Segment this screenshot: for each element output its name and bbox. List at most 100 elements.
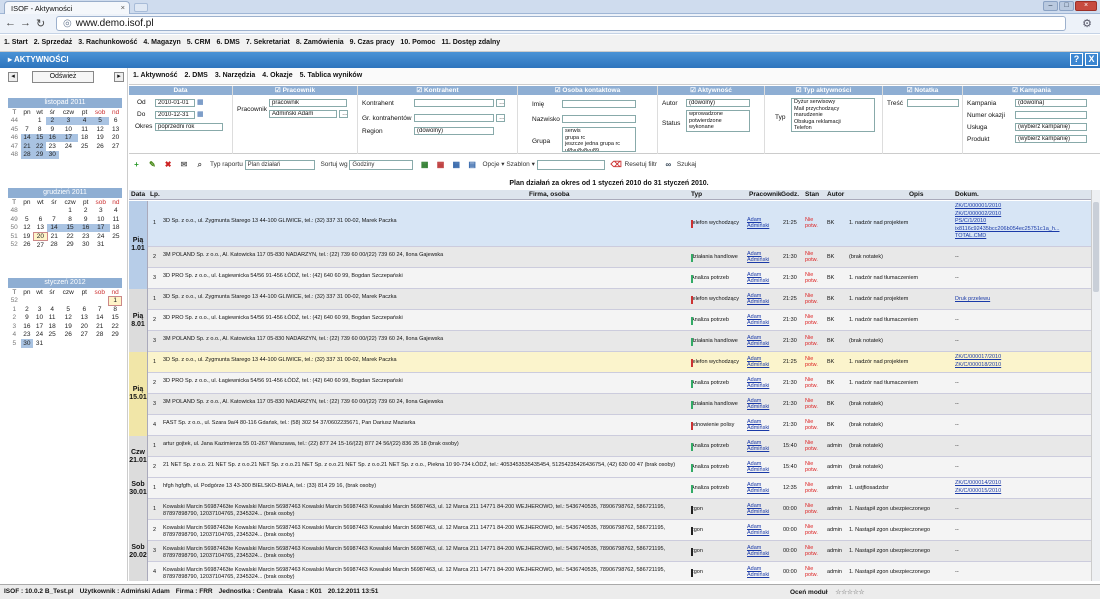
document-link[interactable]: TOTAL.CMD xyxy=(955,233,1087,241)
table-row[interactable]: 3 3M POLAND Sp. z o.o., Al. Katowicka 117… xyxy=(129,394,1091,415)
table-row[interactable]: 2 21 NET Sp. z o.o. 21 NET Sp. z o.o.21 N… xyxy=(129,457,1091,478)
day-cell[interactable]: 15 xyxy=(33,133,46,142)
url-input[interactable]: ◎ www.demo.isof.pl xyxy=(56,16,1066,31)
document-link[interactable]: ZK/C/000002/2010 xyxy=(955,211,1087,219)
column-header[interactable]: Data xyxy=(131,191,145,198)
day-cell[interactable]: 23 xyxy=(46,142,59,151)
row-pracownik-link[interactable]: Adam Admiński xyxy=(747,335,777,347)
row-pracownik-link[interactable]: Adam Admiński xyxy=(747,503,777,515)
day-cell[interactable]: 4 xyxy=(78,116,91,125)
day-cell[interactable]: 12 xyxy=(58,314,78,323)
day-cell[interactable]: 31 xyxy=(92,241,110,250)
day-cell[interactable]: 11 xyxy=(78,125,91,134)
row-pracownik-link[interactable]: Adam Admiński xyxy=(747,461,777,473)
day-cell[interactable]: 27 xyxy=(78,331,91,340)
subtab[interactable]: 4. Okazje xyxy=(262,72,292,79)
day-cell[interactable]: 24 xyxy=(59,142,79,151)
opcje-button[interactable]: Opcje xyxy=(482,161,499,168)
day-cell[interactable]: 13 xyxy=(109,125,122,134)
day-cell[interactable]: 9 xyxy=(21,314,34,323)
table-row[interactable]: 3 3D PRO Sp. z o.o., ul. Łagiewnicka 54/5… xyxy=(129,268,1091,289)
day-cell[interactable]: 26 xyxy=(58,331,78,340)
row-pracownik-link[interactable]: Adam Admiński xyxy=(747,217,777,229)
edit-icon[interactable]: ✎ xyxy=(147,159,158,170)
refresh-button[interactable]: Odśwież xyxy=(32,71,94,83)
day-cell[interactable]: 29 xyxy=(33,150,46,159)
day-cell[interactable]: 4 xyxy=(46,305,59,314)
star-icon[interactable]: ☆☆☆☆☆ xyxy=(835,589,864,596)
nazwisko-input[interactable] xyxy=(562,115,636,123)
day-cell[interactable]: 7 xyxy=(21,125,34,134)
help-button[interactable]: ? xyxy=(1070,53,1083,66)
table-row[interactable]: 2 3D PRO Sp. z o.o., ul. Łagiewnicka 54/5… xyxy=(129,373,1091,394)
reload-icon[interactable]: ↻ xyxy=(36,17,45,30)
imie-input[interactable] xyxy=(562,100,636,108)
day-cell[interactable]: 25 xyxy=(46,331,59,340)
pracownik-select[interactable]: pracownik xyxy=(269,99,347,107)
typ-option[interactable]: Telefon xyxy=(794,125,872,131)
day-cell[interactable]: 23 xyxy=(80,232,92,241)
day-view-icon[interactable]: ▦ xyxy=(419,159,430,170)
day-cell[interactable]: 9 xyxy=(80,215,92,224)
day-cell[interactable]: 1 xyxy=(33,117,46,126)
note-icon[interactable]: ✉ xyxy=(178,159,189,170)
menu-item[interactable]: 8. Zamówienia xyxy=(296,39,344,46)
sortuj-select[interactable]: Godziny xyxy=(349,159,414,170)
row-pracownik-link[interactable]: Adam Admiński xyxy=(747,314,777,326)
typ-raportu-select[interactable]: Plan działań xyxy=(244,159,315,170)
calendar-icon[interactable]: ▦ xyxy=(197,98,204,106)
row-pracownik-link[interactable]: Adam Admiński xyxy=(747,566,777,578)
kontrahent-input[interactable] xyxy=(414,99,494,107)
column-header[interactable]: Pracownik xyxy=(749,191,782,198)
szablon-select[interactable] xyxy=(536,159,605,170)
day-cell[interactable]: 22 xyxy=(61,232,80,241)
day-cell[interactable]: 30 xyxy=(20,339,34,348)
day-cell[interactable]: 3 xyxy=(92,207,110,216)
day-cell[interactable]: 21 xyxy=(47,232,60,241)
row-pracownik-link[interactable]: Adam Admiński xyxy=(747,440,777,452)
date-to-input[interactable]: 2010-12-31 xyxy=(155,111,195,119)
column-header[interactable]: Opis xyxy=(909,191,923,198)
row-pracownik-link[interactable]: Adam Admiński xyxy=(747,272,777,284)
day-cell[interactable]: 8 xyxy=(61,215,80,224)
menu-item[interactable]: 4. Magazyn xyxy=(143,39,180,46)
rate-module[interactable]: Oceń moduł ☆☆☆☆☆ xyxy=(790,588,871,596)
next-month-button[interactable]: ▸ xyxy=(114,72,124,82)
day-cell[interactable]: 11 xyxy=(110,215,122,224)
row-pracownik-link[interactable]: Adam Admiński xyxy=(747,545,777,557)
day-cell[interactable]: 22 xyxy=(109,322,122,331)
day-cell[interactable]: 22 xyxy=(33,142,46,151)
day-cell[interactable]: 23 xyxy=(21,331,34,340)
reset-filter-button[interactable]: Resetuj filtr xyxy=(625,161,658,168)
search-button[interactable]: Szukaj xyxy=(677,161,697,168)
day-cell[interactable]: 24 xyxy=(92,232,110,241)
table-row[interactable]: 3 Kowalski Marcin 56987463te Kowalski Mar… xyxy=(129,541,1091,562)
day-cell[interactable]: 19 xyxy=(91,134,109,143)
pracownik-browse-button[interactable]: … xyxy=(339,110,348,118)
day-cell[interactable]: 26 xyxy=(20,241,33,250)
date-from-input[interactable]: 2010-01-01 xyxy=(155,99,195,107)
day-cell[interactable]: 20 xyxy=(78,322,91,331)
day-cell[interactable]: 21 xyxy=(20,142,34,151)
new-tab-button[interactable] xyxy=(134,3,148,12)
document-link[interactable]: PS/C/1/2010 xyxy=(955,218,1087,226)
close-module-button[interactable]: X xyxy=(1085,53,1098,66)
forward-icon[interactable]: → xyxy=(20,17,31,29)
column-header[interactable]: Typ xyxy=(691,191,702,198)
column-header[interactable]: Godz. xyxy=(781,191,799,198)
day-cell[interactable]: 28 xyxy=(47,241,60,250)
table-row[interactable]: 2 3D PRO Sp. z o.o., ul. Łagiewnicka 54/5… xyxy=(129,310,1091,331)
day-cell[interactable]: 13 xyxy=(33,224,47,233)
day-cell[interactable]: 26 xyxy=(91,142,109,151)
menu-item[interactable]: 10. Pomoc xyxy=(400,39,435,46)
day-cell[interactable]: 25 xyxy=(110,232,122,241)
day-cell[interactable]: 11 xyxy=(46,314,59,323)
column-header[interactable]: Firma, osoba xyxy=(529,191,569,198)
day-cell[interactable]: 2 xyxy=(80,207,92,216)
day-cell[interactable]: 8 xyxy=(109,305,122,314)
day-cell[interactable]: 7 xyxy=(47,215,60,224)
day-cell[interactable]: 8 xyxy=(33,125,46,134)
day-cell[interactable]: 13 xyxy=(78,314,91,323)
table-scrollbar[interactable] xyxy=(1091,190,1100,581)
usluga-select[interactable]: (wybierz kampanię) xyxy=(1015,123,1087,131)
